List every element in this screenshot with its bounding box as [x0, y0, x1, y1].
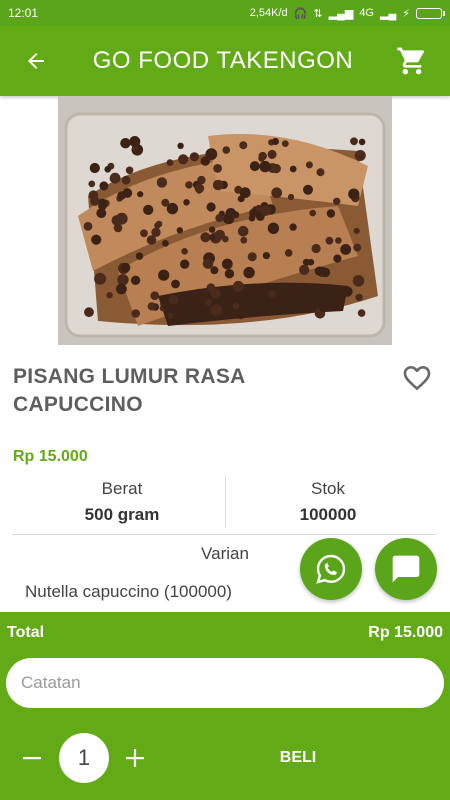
product-price: Rp 15.000 — [13, 448, 88, 465]
whatsapp-icon — [316, 554, 346, 584]
buy-button[interactable]: BELI — [200, 738, 396, 778]
product-image — [58, 96, 392, 345]
shopping-cart-icon — [397, 47, 424, 75]
spec-weight: Berat 500 gram — [22, 476, 222, 528]
favorite-button[interactable] — [401, 362, 433, 394]
data-transfer-icon: ⇅ — [313, 7, 323, 20]
charging-icon: ⚡ — [402, 7, 410, 20]
quantity-increase-button[interactable] — [117, 740, 153, 776]
headphones-icon: 🎧 — [293, 7, 308, 20]
whatsapp-button[interactable] — [300, 538, 362, 600]
spec-divider — [225, 476, 226, 528]
spec-stock: Stok 100000 — [228, 476, 428, 528]
total-label: Total — [7, 624, 45, 641]
note-input[interactable] — [6, 658, 444, 708]
cart-button[interactable] — [390, 39, 434, 83]
status-time: 12:01 — [8, 6, 39, 20]
quantity-value[interactable]: 1 — [59, 733, 109, 783]
app-bar: GO FOOD TAKENGON — [0, 26, 450, 96]
spec-stock-label: Stok — [310, 479, 346, 498]
status-bar: 12:01 2,54K/d 🎧 ⇅ ▂▄▆ 4G ▂▄ ⚡ — [0, 0, 450, 26]
signal-icon: ▂▄▆ — [328, 7, 354, 20]
product-name: PISANG LUMUR RASA CAPUCCINO — [13, 365, 245, 416]
battery-icon — [416, 7, 445, 19]
plus-icon — [126, 749, 144, 767]
product-photo — [58, 96, 392, 345]
arrow-left-icon — [28, 53, 44, 69]
heart-outline-icon — [403, 366, 431, 391]
status-indicators: 2,54K/d 🎧 ⇅ ▂▄▆ 4G ▂▄ ⚡ — [249, 7, 445, 20]
signal-icon-secondary: ▂▄ — [380, 7, 397, 20]
network-speed: 2,54K/d — [249, 7, 288, 19]
spec-weight-value: 500 gram — [84, 505, 160, 524]
variant-option[interactable]: Nutella capuccino (100000) — [25, 582, 232, 602]
chat-button[interactable] — [375, 538, 437, 600]
back-button[interactable] — [16, 41, 56, 81]
quantity-decrease-button[interactable] — [14, 740, 50, 776]
spec-stock-value: 100000 — [299, 505, 357, 524]
section-divider — [12, 534, 437, 535]
chat-bubble-icon — [392, 555, 420, 583]
spec-weight-label: Berat — [101, 479, 143, 498]
minus-icon — [23, 757, 41, 760]
total-value: Rp 15.000 — [368, 624, 443, 641]
app-title: GO FOOD TAKENGON — [92, 47, 354, 74]
network-type: 4G — [359, 7, 374, 19]
